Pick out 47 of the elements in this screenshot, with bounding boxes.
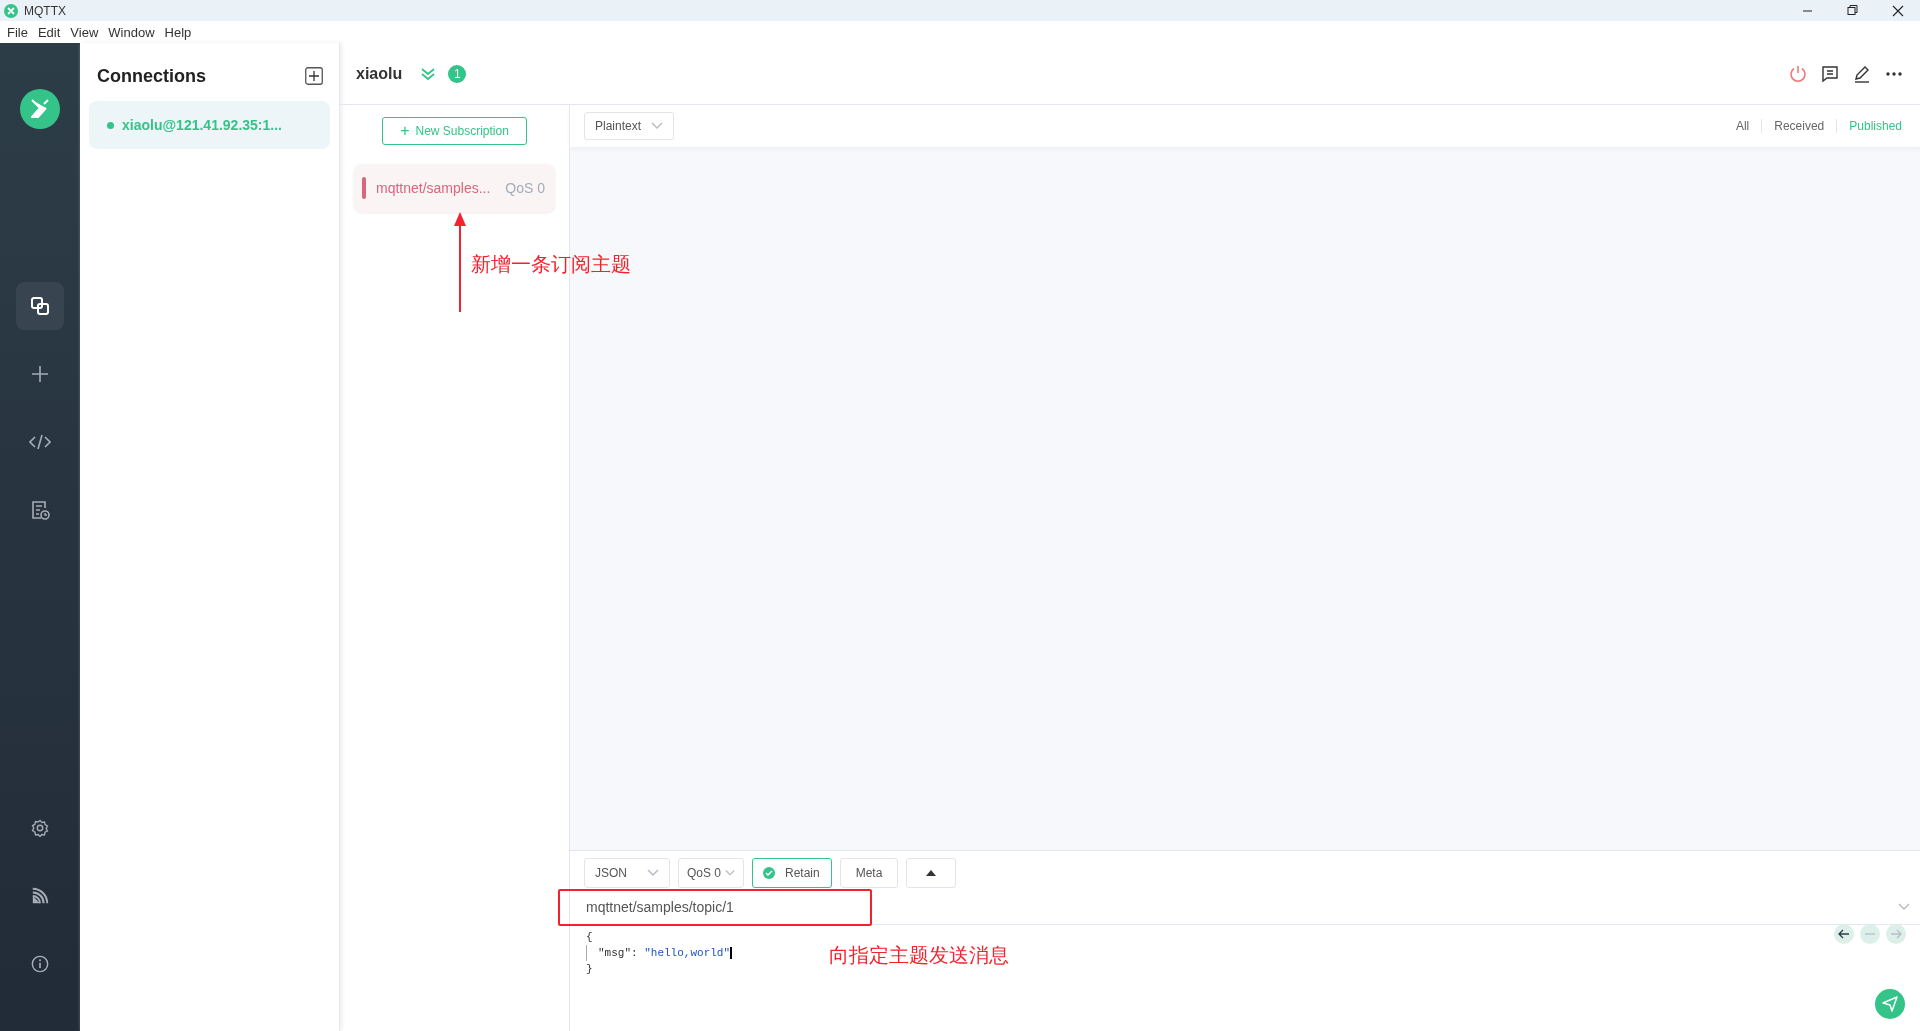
log-icon <box>30 500 50 520</box>
arrow-right-icon <box>1890 929 1902 939</box>
send-button[interactable] <box>1875 989 1905 1019</box>
format-select[interactable]: Plaintext <box>584 112 675 140</box>
annotation-text: 新增一条订阅主题 <box>471 251 631 278</box>
check-icon <box>763 867 775 879</box>
count-badge: 1 <box>448 64 467 83</box>
menu-item[interactable]: Window <box>103 24 160 40</box>
topic-field[interactable]: mqttnet/samples/topic/1 <box>586 899 1898 915</box>
arrow-left-icon <box>1838 929 1850 939</box>
filter-tab[interactable]: Received <box>1761 119 1837 133</box>
menu-item[interactable]: File <box>2 24 33 40</box>
menu-item[interactable]: Edit <box>32 24 66 40</box>
info-icon <box>31 955 49 973</box>
menu-item[interactable]: View <box>65 24 104 40</box>
subscription-topic: mqttnet/samples... <box>376 180 491 196</box>
power-icon[interactable] <box>1788 63 1808 84</box>
chevron-down-icon <box>725 869 735 877</box>
panel-title: Connections <box>97 65 206 87</box>
previous-button[interactable] <box>1834 924 1854 944</box>
settings-icon <box>31 819 49 837</box>
connection-name: xiaolu <box>356 64 403 83</box>
menu-item[interactable]: Help <box>159 24 197 40</box>
double-chevron-icon[interactable] <box>420 66 437 81</box>
meta-button[interactable]: Meta <box>840 858 898 888</box>
nav-button[interactable] <box>16 282 64 330</box>
qos-select[interactable]: QoS 0 <box>678 858 744 888</box>
qos-label: QoS 0 <box>505 180 545 196</box>
chevron-down-icon <box>651 122 664 130</box>
filter-tab[interactable]: All <box>1723 119 1762 133</box>
message-icon[interactable] <box>1820 63 1840 84</box>
retain-button[interactable]: Retain <box>752 858 832 888</box>
window-title: MQTTX <box>24 3 66 18</box>
plus-icon <box>30 364 50 384</box>
collapse-icon <box>1898 903 1910 911</box>
caret-up-icon <box>926 870 936 876</box>
chevron-down-icon <box>647 869 659 877</box>
expand-button[interactable] <box>906 858 956 888</box>
connections-icon <box>30 296 50 316</box>
feed-icon <box>31 887 49 905</box>
app-logo-icon <box>20 89 60 129</box>
send-icon <box>1882 996 1898 1012</box>
annotation-text: 向指定主题发送消息 <box>829 942 1009 969</box>
code-icon <box>29 434 51 450</box>
add-icon[interactable] <box>305 67 323 85</box>
app-logo-icon <box>4 3 18 18</box>
format-select[interactable]: JSON <box>584 858 670 888</box>
